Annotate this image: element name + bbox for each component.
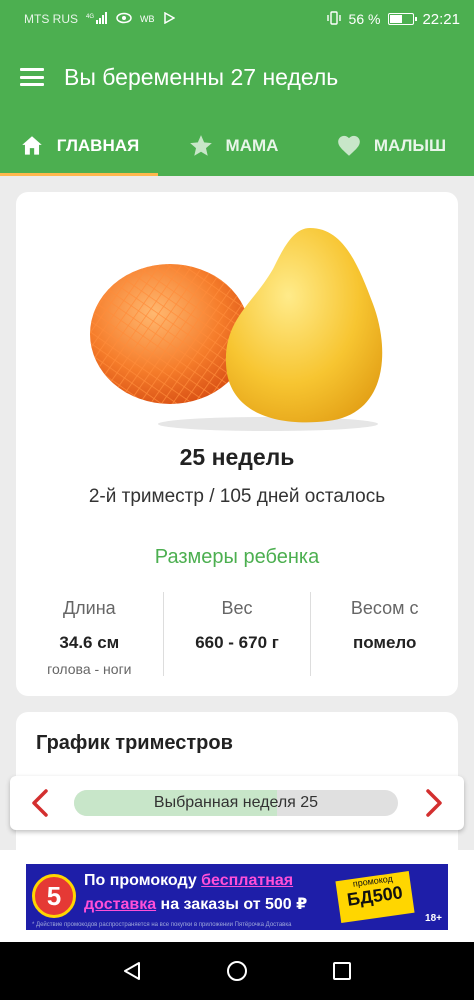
back-triangle-icon — [124, 962, 141, 980]
stat-length-value: 34.6 см — [59, 633, 120, 652]
wb-label: WB — [140, 14, 155, 24]
chevron-left-icon — [32, 789, 48, 817]
tab-baby[interactable]: МАЛЫШ — [308, 116, 474, 176]
ad-line-1: По промокоду бесплатная — [84, 872, 294, 889]
stat-compare-label: Весом с — [350, 598, 419, 618]
week-card: 25 недель 2-й триместр / 105 дней остало… — [16, 192, 458, 696]
ad-promo-code: промокод БД500 — [335, 871, 415, 923]
menu-icon[interactable] — [20, 68, 44, 86]
home-button[interactable] — [222, 956, 252, 986]
eye-icon — [116, 12, 132, 27]
next-week-button[interactable] — [416, 786, 452, 820]
recents-square-icon — [332, 962, 351, 980]
clock: 22:21 — [422, 10, 460, 28]
week-title: 25 недель — [179, 444, 295, 470]
ad-disclaimer: * Действие промокодов распространяется н… — [32, 922, 292, 928]
battery-icon — [388, 13, 418, 25]
stat-weight-label: Вес — [221, 598, 253, 618]
back-button[interactable] — [117, 956, 147, 986]
trimester-chart-heading: График триместров — [36, 732, 233, 754]
baby-sizes-title: Размеры ребенка — [154, 546, 320, 568]
system-nav-bar — [0, 942, 474, 1000]
ad-banner[interactable]: 5 По промокоду бесплатная доставка на за… — [26, 864, 448, 930]
home-circle-icon — [226, 961, 247, 981]
battery-percent: 56 % — [348, 11, 381, 27]
pomelo-image — [90, 228, 383, 431]
tab-bar: ГЛАВНАЯ МАМА МАЛЫШ — [0, 116, 474, 176]
signal-icon: 4G — [86, 11, 108, 27]
svg-text:4G: 4G — [86, 14, 94, 20]
stat-length-label: Длина — [62, 598, 116, 618]
tab-mom[interactable]: МАМА — [158, 116, 308, 176]
stat-weight: Вес 660 - 670 г — [162, 592, 311, 676]
ad-area: 5 По промокоду бесплатная доставка на за… — [0, 850, 474, 942]
stat-length: Длина 34.6 см голова - ноги — [16, 592, 163, 677]
vibrate-icon — [326, 10, 341, 28]
stat-compare-value: помело — [352, 633, 417, 652]
status-bar: MTS RUS 4G WB 56 % 22:21 — [0, 0, 474, 38]
ad-age-rating: 18+ — [425, 913, 442, 924]
home-icon — [22, 136, 42, 155]
play-icon — [163, 11, 176, 27]
recents-button[interactable] — [327, 956, 357, 986]
baby-stats: Длина 34.6 см голова - ноги Вес 660 - 67… — [16, 592, 458, 677]
prev-week-button[interactable] — [22, 786, 58, 820]
week-selector: Выбранная неделя 25 — [10, 776, 464, 830]
tab-baby-label: МАЛЫШ — [373, 136, 447, 155]
stat-length-sub: голова - ноги — [47, 661, 132, 677]
week-progress[interactable]: Выбранная неделя 25 — [74, 790, 398, 816]
ad-logo: 5 — [32, 874, 76, 918]
trimester-text: 2-й триместр / 105 дней осталось — [88, 486, 386, 507]
tab-home[interactable]: ГЛАВНАЯ — [0, 116, 158, 176]
ad-line-2: доставка на заказы от 500 ₽ — [84, 896, 308, 913]
tab-mom-label: МАМА — [225, 136, 279, 155]
stat-compare: Весом с помело — [310, 592, 458, 676]
heart-icon — [338, 135, 360, 156]
selected-week-label: Выбранная неделя 25 — [153, 794, 319, 811]
stat-weight-value: 660 - 670 г — [195, 633, 279, 652]
star-icon — [189, 135, 212, 156]
carrier-label: MTS RUS — [24, 12, 78, 26]
tab-home-label: ГЛАВНАЯ — [56, 136, 140, 155]
tab-indicator — [0, 173, 158, 176]
chevron-right-icon — [426, 789, 442, 817]
page-title: Вы беременны 27 недель — [64, 63, 339, 90]
app-bar: Вы беременны 27 недель — [0, 38, 474, 116]
